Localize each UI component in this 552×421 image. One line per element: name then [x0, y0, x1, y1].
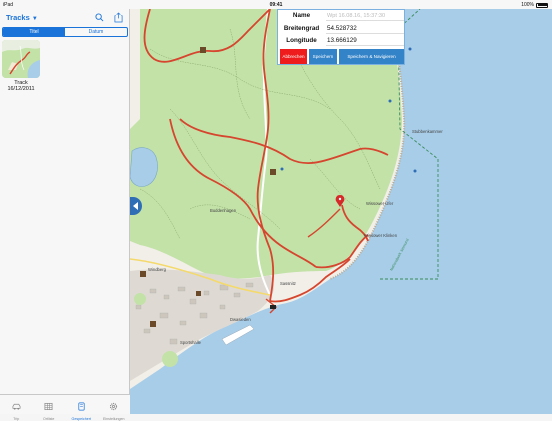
segment-date[interactable]: Datum [65, 28, 127, 36]
tab-gespeichert-label: Gespeichert [71, 417, 91, 421]
sidebar-header: Tracks ▼ [0, 9, 129, 26]
tracks-title-dropdown[interactable]: Tracks ▼ [6, 13, 38, 22]
waypoint-dialog: Name Wpt 16.08.16, 15:37:30 Breitengrad … [277, 9, 405, 65]
map-label-stubbenkammer: Stubbenkammer [412, 129, 443, 134]
save-button[interactable]: Speichern [309, 49, 337, 64]
gear-icon [110, 402, 118, 411]
dialog-buttons: Abbrechen Speichern Speichern & Navigier… [280, 49, 404, 64]
tracks-title: Tracks [6, 13, 30, 22]
map-view[interactable]: Buddenhagen Windberg Wissower Ufer Wisso… [130, 9, 552, 414]
longitude-label: Longitude [286, 37, 317, 44]
cancel-button[interactable]: Abbrechen [280, 49, 307, 64]
search-icon[interactable] [95, 13, 104, 22]
name-label: Name [292, 12, 311, 19]
map-label-sassnitz: Sassnitz [280, 281, 296, 286]
sort-segmented-control: Titel Datum [2, 27, 128, 37]
track-list-item[interactable]: Track 16/12/2011 [2, 40, 40, 100]
map-label-sportshalle: Sportshalle [180, 340, 202, 345]
map-label-windberg: Windberg [148, 267, 167, 272]
map-label-buddenhagen: Buddenhagen [210, 208, 237, 213]
caret-down-icon: ▼ [31, 16, 38, 22]
tab-einstellungen-label: Einstellungen [102, 417, 125, 421]
grid-icon [44, 402, 53, 411]
clock: 09:41 [269, 2, 283, 8]
saved-icon [78, 402, 85, 411]
sidebar: Tracks ▼ Titel Datum Track 16/12/2011 Tr… [0, 9, 131, 421]
tab-bar: Trip Ortliste Gespeichert Einstellungen [0, 394, 131, 421]
latitude-label: Breitengrad [283, 25, 320, 32]
map-canvas[interactable]: Buddenhagen Windberg Wissower Ufer Wisso… [130, 9, 552, 414]
map-label-wissower-klinken: Wissower Klinken [364, 233, 398, 238]
track-date: 16/12/2011 [7, 86, 35, 92]
status-bar: iPad 09:41 100% [0, 0, 552, 9]
tab-trip[interactable]: Trip [0, 395, 33, 421]
tab-einstellungen[interactable]: Einstellungen [98, 395, 131, 421]
tab-ortliste-label: Ortliste [43, 417, 55, 421]
map-label-wissower-ufer: Wissower Ufer [366, 201, 394, 206]
name-input[interactable]: Wpt 16.08.16, 15:37:30 [326, 11, 404, 21]
battery-percent: 100% [521, 2, 534, 8]
longitude-input[interactable]: 13.666129 [326, 36, 404, 46]
segment-title[interactable]: Titel [3, 28, 65, 36]
track-thumbnail [2, 40, 40, 78]
save-and-navigate-button[interactable]: Speichern & Navigieren [339, 49, 404, 64]
share-icon[interactable] [114, 12, 123, 23]
tab-ortliste[interactable]: Ortliste [33, 395, 66, 421]
battery-icon [536, 2, 548, 8]
map-label-dwasieden: Dwasieden [230, 317, 251, 322]
car-icon [12, 403, 21, 410]
battery-indicator: 100% [521, 2, 548, 8]
tab-trip-label: Trip [13, 417, 20, 421]
tab-gespeichert[interactable]: Gespeichert [65, 395, 98, 421]
latitude-input[interactable]: 54.528732 [326, 24, 404, 34]
